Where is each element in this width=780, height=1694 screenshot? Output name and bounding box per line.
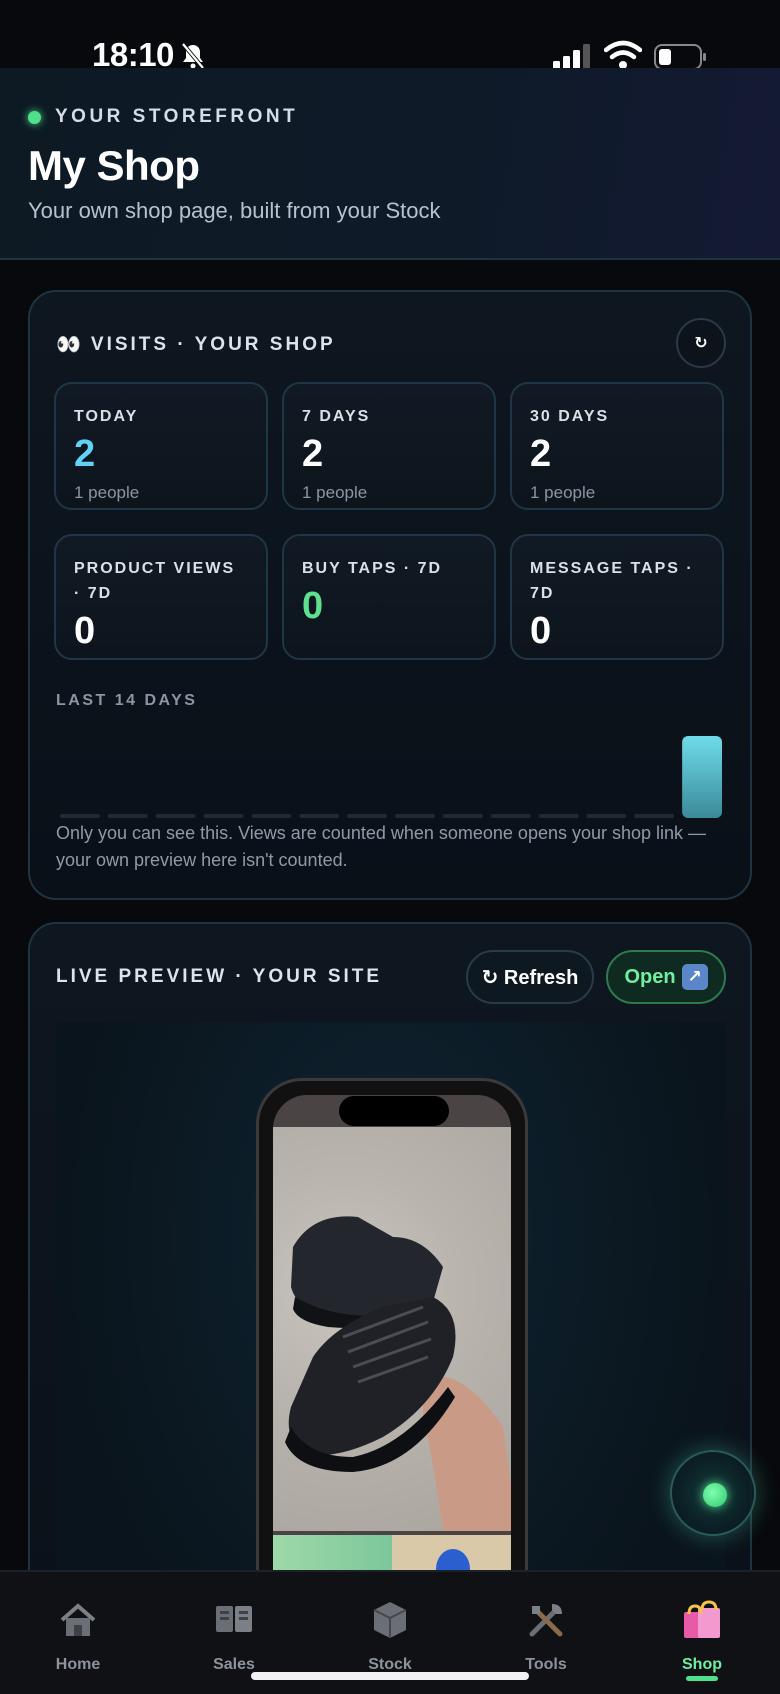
refresh-preview-button[interactable]: ↻ Refresh xyxy=(466,950,594,1004)
chart-bar-day-7 xyxy=(347,814,387,818)
stat-value: 2 xyxy=(530,433,552,475)
preview-header: LIVE PREVIEW · YOUR SITE ↻ Refresh Open … xyxy=(56,950,726,1004)
chart-bar-day-12 xyxy=(586,814,627,818)
stat-value: 2 xyxy=(302,433,324,475)
storefront-eyebrow: YOUR STOREFRONT xyxy=(28,106,298,128)
visits-header: 👀 VISITS · YOUR SHOP xyxy=(56,332,336,357)
tools-icon xyxy=(529,1604,563,1637)
open-label: Open xyxy=(624,965,676,988)
stat-product-views: PRODUCT VIEWS · 7D 0 xyxy=(54,534,268,660)
tab-label: Shop xyxy=(682,1656,722,1673)
dynamic-island xyxy=(339,1096,449,1126)
ledger-icon xyxy=(216,1606,252,1632)
external-link-icon: ↗ xyxy=(681,964,708,990)
stat-30-days: 30 DAYS 2 1 people xyxy=(510,382,724,510)
stat-sub: 1 people xyxy=(530,483,596,502)
stat-label: MESSAGE TAPS · 7D xyxy=(530,560,694,602)
page-title: My Shop xyxy=(28,142,200,189)
stat-label: TODAY xyxy=(74,408,139,425)
eyes-icon: 👀 xyxy=(56,334,81,356)
preview-title: LIVE PREVIEW · YOUR SITE xyxy=(56,966,383,987)
chart-bar-day-5 xyxy=(251,814,292,818)
stat-label: PRODUCT VIEWS · 7D xyxy=(74,560,236,602)
stat-label: 30 DAYS xyxy=(530,408,610,425)
chart-bar-day-3 xyxy=(155,814,196,818)
battery-icon xyxy=(654,44,706,70)
stat-sub: 1 people xyxy=(74,483,140,502)
assistant-fab-button[interactable] xyxy=(670,1450,756,1536)
status-bar: 18:10 xyxy=(0,0,780,73)
refresh-visits-button[interactable]: ↻ xyxy=(676,318,726,368)
sneaker-image xyxy=(285,1216,511,1531)
wifi-icon xyxy=(604,40,642,69)
stat-sub: 1 people xyxy=(302,483,368,502)
cellular-signal-icon xyxy=(553,44,590,70)
tab-shop[interactable]: Shop xyxy=(624,1572,780,1694)
open-site-button[interactable]: Open ↗ xyxy=(606,950,726,1004)
chart-bar-day-13 xyxy=(634,814,675,818)
house-icon xyxy=(60,1603,96,1636)
stat-value: 2 xyxy=(74,433,96,475)
visits-title: VISITS · YOUR SHOP xyxy=(90,333,336,355)
live-status-dot xyxy=(28,110,41,124)
chart-bar-day-2 xyxy=(107,814,148,818)
tab-label: Sales xyxy=(213,1656,255,1673)
stat-7-days: 7 DAYS 2 1 people xyxy=(282,382,496,510)
stat-today: TODAY 2 1 people xyxy=(54,382,268,510)
chart-bar-day-8 xyxy=(395,814,435,818)
stat-value: 0 xyxy=(530,610,552,652)
page-header: YOUR STOREFRONT My Shop Your own shop pa… xyxy=(0,68,780,260)
chart-bar-day-1 xyxy=(60,814,100,818)
silent-bell-icon xyxy=(181,42,205,70)
page-subtitle: Your own shop page, built from your Stoc… xyxy=(28,198,441,223)
stat-label: BUY TAPS · 7D xyxy=(302,560,443,577)
chart-bar-day-9 xyxy=(442,814,483,818)
stat-label: 7 DAYS xyxy=(302,408,371,425)
eyebrow-text: YOUR STOREFRONT xyxy=(55,106,299,127)
chart-bar-day-11 xyxy=(538,814,579,818)
tab-label: Home xyxy=(55,1656,101,1673)
chart-bar-day-14 xyxy=(682,736,722,818)
tab-label: Tools xyxy=(525,1656,567,1673)
visits-card: 👀 VISITS · YOUR SHOP ↻ TODAY 2 1 people … xyxy=(28,290,752,900)
tab-home[interactable]: Home xyxy=(0,1572,156,1694)
stat-message-taps: MESSAGE TAPS · 7D 0 xyxy=(510,534,724,660)
privacy-note: Only you can see this. Views are counted… xyxy=(56,823,707,870)
stat-buy-taps: BUY TAPS · 7D 0 xyxy=(282,534,496,660)
stat-value: 0 xyxy=(302,585,324,627)
product-photo xyxy=(273,1127,511,1531)
active-tab-indicator xyxy=(686,1676,718,1681)
shopping-bags-icon xyxy=(684,1600,720,1638)
assistant-orb-icon xyxy=(703,1483,727,1507)
chart-label: LAST 14 DAYS xyxy=(56,692,198,709)
chart-bar-day-4 xyxy=(203,814,244,818)
chart-bar-day-10 xyxy=(490,814,531,818)
chart-bar-day-6 xyxy=(299,814,340,818)
home-indicator xyxy=(251,1672,529,1680)
box-icon xyxy=(373,1602,407,1638)
visits-bar-chart xyxy=(60,736,722,818)
stat-value: 0 xyxy=(74,610,96,652)
